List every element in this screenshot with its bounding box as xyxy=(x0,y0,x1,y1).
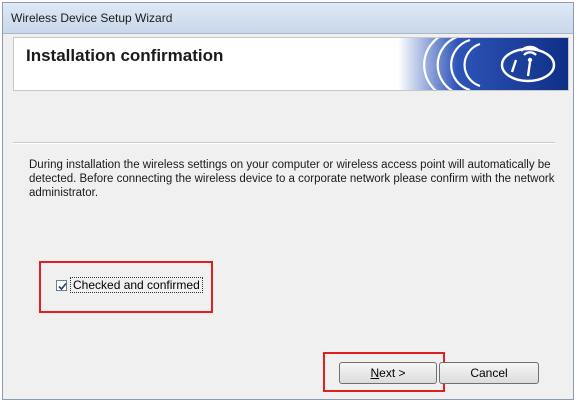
confirm-checkbox-row[interactable]: Checked and confirmed xyxy=(56,277,203,293)
divider xyxy=(13,142,555,144)
cancel-button[interactable]: Cancel xyxy=(439,362,539,384)
next-mnemonic: N xyxy=(370,366,380,380)
page-title: Installation confirmation xyxy=(26,46,224,65)
title-bar: Wireless Device Setup Wizard xyxy=(3,3,573,34)
description-text: During installation the wireless setting… xyxy=(29,159,555,199)
wizard-window: Wireless Device Setup Wizard Installatio… xyxy=(2,2,574,400)
next-button[interactable]: Next > xyxy=(339,362,437,384)
wizard-banner: Installation confirmation xyxy=(13,37,569,91)
wireless-signal-icon xyxy=(398,38,568,90)
window-title: Wireless Device Setup Wizard xyxy=(11,11,173,25)
next-label: ext > xyxy=(379,366,406,380)
confirm-checkbox-label[interactable]: Checked and confirmed xyxy=(70,277,203,293)
checkmark-icon xyxy=(58,282,67,290)
confirm-checkbox[interactable] xyxy=(56,279,67,291)
